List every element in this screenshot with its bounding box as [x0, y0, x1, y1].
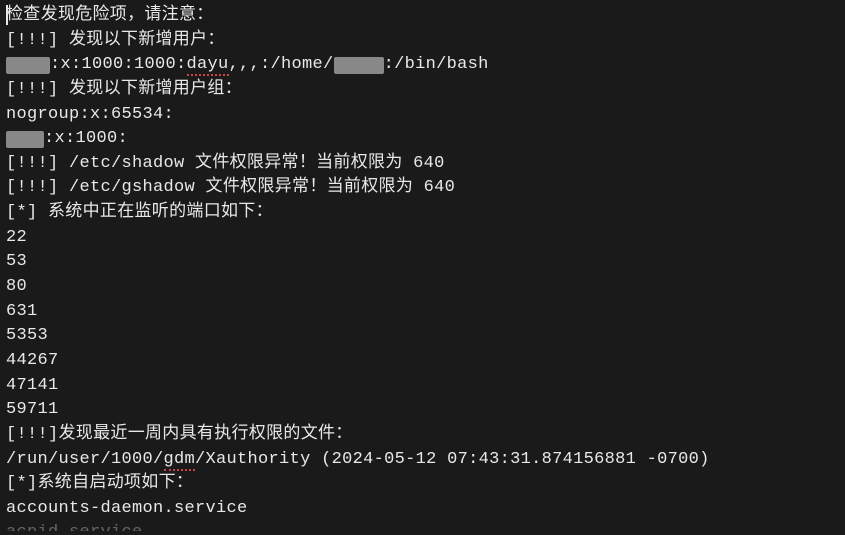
autostart-entry: accounts-daemon.service — [6, 497, 839, 522]
port-entry: 59711 — [6, 398, 839, 423]
ports-list: 2253806315353442674714159711 — [6, 226, 839, 423]
group-entry-2: :x:1000: — [6, 127, 839, 152]
autostart-entry: acpid.service — [6, 521, 839, 531]
port-entry: 44267 — [6, 349, 839, 374]
redacted-homedir — [334, 57, 384, 74]
port-entry: 47141 — [6, 374, 839, 399]
port-entry: 22 — [6, 226, 839, 251]
port-entry: 53 — [6, 250, 839, 275]
exec-file-entry: /run/user/1000/gdm/Xauthority (2024-05-1… — [6, 448, 839, 473]
header-text: 检查发现危险项，请注意： — [6, 6, 214, 25]
autostart-label: [*]系统自启动项如下： — [6, 472, 839, 497]
port-entry: 631 — [6, 300, 839, 325]
port-entry: 5353 — [6, 324, 839, 349]
port-entry: 80 — [6, 275, 839, 300]
new-users-label: [!!!] 发现以下新增用户： — [6, 29, 839, 54]
group-entry-1: nogroup:x:65534: — [6, 103, 839, 128]
ports-label: [*] 系统中正在监听的端口如下： — [6, 201, 839, 226]
exec-file-gdm: gdm — [164, 450, 196, 471]
redacted-groupname — [6, 131, 44, 148]
autostart-list: accounts-daemon.serviceacpid.service — [6, 497, 839, 532]
shadow-alert: [!!!] /etc/shadow 文件权限异常！当前权限为 640 — [6, 152, 839, 177]
new-groups-label: [!!!] 发现以下新增用户组： — [6, 78, 839, 103]
user-entry: :x:1000:1000:dayu,,,:/home/:/bin/bash — [6, 53, 839, 78]
exec-file-timestamp: (2024-05-12 07:43:31.874156881 -0700) — [311, 450, 710, 469]
exec-files-label: [!!!]发现最近一周内具有执行权限的文件： — [6, 423, 839, 448]
redacted-username — [6, 57, 50, 74]
header-line: 检查发现危险项，请注意： — [6, 4, 839, 29]
gshadow-alert: [!!!] /etc/gshadow 文件权限异常！当前权限为 640 — [6, 176, 839, 201]
user-realname: dayu — [187, 55, 229, 76]
